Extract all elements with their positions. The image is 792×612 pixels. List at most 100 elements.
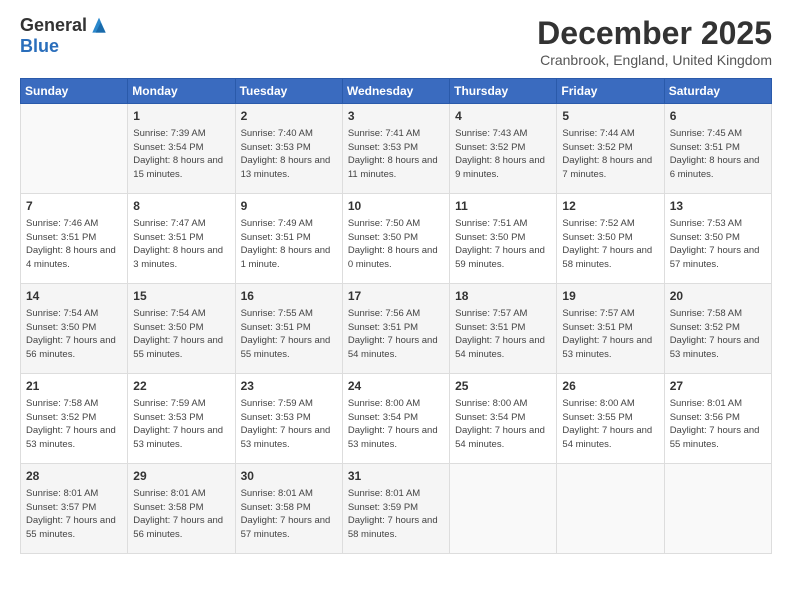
day-info: Sunrise: 7:39 AMSunset: 3:54 PMDaylight:… <box>133 127 229 182</box>
day-number: 1 <box>133 108 229 125</box>
calendar-cell: 3 Sunrise: 7:41 AMSunset: 3:53 PMDaylight… <box>342 104 449 194</box>
day-number: 7 <box>26 198 122 215</box>
day-number: 25 <box>455 378 551 395</box>
day-number: 13 <box>670 198 766 215</box>
col-friday: Friday <box>557 79 664 104</box>
page: General Blue December 2025 Cranbrook, En… <box>0 0 792 612</box>
header: General Blue December 2025 Cranbrook, En… <box>20 15 772 68</box>
calendar-cell: 17 Sunrise: 7:56 AMSunset: 3:51 PMDayligh… <box>342 284 449 374</box>
calendar-cell: 29 Sunrise: 8:01 AMSunset: 3:58 PMDayligh… <box>128 464 235 554</box>
day-info: Sunrise: 8:00 AMSunset: 3:54 PMDaylight:… <box>455 397 551 452</box>
day-info: Sunrise: 8:01 AMSunset: 3:58 PMDaylight:… <box>133 487 229 542</box>
calendar-cell: 30 Sunrise: 8:01 AMSunset: 3:58 PMDayligh… <box>235 464 342 554</box>
calendar-cell: 2 Sunrise: 7:40 AMSunset: 3:53 PMDaylight… <box>235 104 342 194</box>
calendar-table: Sunday Monday Tuesday Wednesday Thursday… <box>20 78 772 554</box>
day-info: Sunrise: 7:40 AMSunset: 3:53 PMDaylight:… <box>241 127 337 182</box>
calendar-cell: 18 Sunrise: 7:57 AMSunset: 3:51 PMDayligh… <box>450 284 557 374</box>
day-info: Sunrise: 8:01 AMSunset: 3:58 PMDaylight:… <box>241 487 337 542</box>
calendar-cell <box>21 104 128 194</box>
day-info: Sunrise: 7:44 AMSunset: 3:52 PMDaylight:… <box>562 127 658 182</box>
calendar-cell: 25 Sunrise: 8:00 AMSunset: 3:54 PMDayligh… <box>450 374 557 464</box>
day-number: 15 <box>133 288 229 305</box>
calendar-cell: 5 Sunrise: 7:44 AMSunset: 3:52 PMDaylight… <box>557 104 664 194</box>
day-info: Sunrise: 7:57 AMSunset: 3:51 PMDaylight:… <box>562 307 658 362</box>
day-info: Sunrise: 7:43 AMSunset: 3:52 PMDaylight:… <box>455 127 551 182</box>
day-number: 14 <box>26 288 122 305</box>
day-number: 18 <box>455 288 551 305</box>
day-number: 19 <box>562 288 658 305</box>
day-number: 2 <box>241 108 337 125</box>
day-number: 16 <box>241 288 337 305</box>
day-number: 21 <box>26 378 122 395</box>
day-info: Sunrise: 7:45 AMSunset: 3:51 PMDaylight:… <box>670 127 766 182</box>
day-number: 10 <box>348 198 444 215</box>
day-number: 26 <box>562 378 658 395</box>
calendar-cell: 22Sunrise: 7:59 AMSunset: 3:53 PMDayligh… <box>128 374 235 464</box>
logo: General Blue <box>20 15 109 57</box>
calendar-cell: 21 Sunrise: 7:58 AMSunset: 3:52 PMDayligh… <box>21 374 128 464</box>
logo-icon <box>89 16 109 36</box>
calendar-cell <box>557 464 664 554</box>
col-sunday: Sunday <box>21 79 128 104</box>
calendar-cell <box>450 464 557 554</box>
calendar-cell <box>664 464 771 554</box>
day-info: Sunrise: 7:56 AMSunset: 3:51 PMDaylight:… <box>348 307 444 362</box>
day-number: 9 <box>241 198 337 215</box>
calendar-cell: 4 Sunrise: 7:43 AMSunset: 3:52 PMDaylight… <box>450 104 557 194</box>
calendar-cell: 8Sunrise: 7:47 AMSunset: 3:51 PMDaylight… <box>128 194 235 284</box>
calendar-cell: 20 Sunrise: 7:58 AMSunset: 3:52 PMDayligh… <box>664 284 771 374</box>
day-number: 5 <box>562 108 658 125</box>
day-number: 20 <box>670 288 766 305</box>
calendar-cell: 24Sunrise: 8:00 AMSunset: 3:54 PMDayligh… <box>342 374 449 464</box>
day-info: Sunrise: 7:50 AMSunset: 3:50 PMDaylight:… <box>348 217 444 272</box>
calendar-cell: 6Sunrise: 7:45 AMSunset: 3:51 PMDaylight… <box>664 104 771 194</box>
day-number: 23 <box>241 378 337 395</box>
calendar-cell: 7Sunrise: 7:46 AMSunset: 3:51 PMDaylight… <box>21 194 128 284</box>
col-monday: Monday <box>128 79 235 104</box>
day-number: 17 <box>348 288 444 305</box>
col-wednesday: Wednesday <box>342 79 449 104</box>
col-saturday: Saturday <box>664 79 771 104</box>
day-info: Sunrise: 7:59 AMSunset: 3:53 PMDaylight:… <box>241 397 337 452</box>
calendar-cell: 12Sunrise: 7:52 AMSunset: 3:50 PMDayligh… <box>557 194 664 284</box>
calendar-cell: 23 Sunrise: 7:59 AMSunset: 3:53 PMDayligh… <box>235 374 342 464</box>
calendar-week-row: 21 Sunrise: 7:58 AMSunset: 3:52 PMDayligh… <box>21 374 772 464</box>
day-number: 31 <box>348 468 444 485</box>
calendar-cell: 27Sunrise: 8:01 AMSunset: 3:56 PMDayligh… <box>664 374 771 464</box>
calendar-cell: 11Sunrise: 7:51 AMSunset: 3:50 PMDayligh… <box>450 194 557 284</box>
day-number: 24 <box>348 378 444 395</box>
calendar-cell: 1 Sunrise: 7:39 AMSunset: 3:54 PMDaylight… <box>128 104 235 194</box>
day-info: Sunrise: 7:54 AMSunset: 3:50 PMDaylight:… <box>26 307 122 362</box>
day-number: 28 <box>26 468 122 485</box>
day-info: Sunrise: 7:57 AMSunset: 3:51 PMDaylight:… <box>455 307 551 362</box>
day-number: 4 <box>455 108 551 125</box>
day-info: Sunrise: 8:01 AMSunset: 3:59 PMDaylight:… <box>348 487 444 542</box>
calendar-week-row: 14 Sunrise: 7:54 AMSunset: 3:50 PMDayligh… <box>21 284 772 374</box>
day-number: 3 <box>348 108 444 125</box>
month-title: December 2025 <box>537 15 772 52</box>
logo-blue-text: Blue <box>20 36 59 57</box>
calendar-cell: 10 Sunrise: 7:50 AMSunset: 3:50 PMDayligh… <box>342 194 449 284</box>
day-info: Sunrise: 7:41 AMSunset: 3:53 PMDaylight:… <box>348 127 444 182</box>
day-number: 30 <box>241 468 337 485</box>
calendar-cell: 31 Sunrise: 8:01 AMSunset: 3:59 PMDayligh… <box>342 464 449 554</box>
day-info: Sunrise: 7:58 AMSunset: 3:52 PMDaylight:… <box>26 397 122 452</box>
day-info: Sunrise: 8:01 AMSunset: 3:57 PMDaylight:… <box>26 487 122 542</box>
day-info: Sunrise: 7:55 AMSunset: 3:51 PMDaylight:… <box>241 307 337 362</box>
day-number: 27 <box>670 378 766 395</box>
calendar-cell: 26Sunrise: 8:00 AMSunset: 3:55 PMDayligh… <box>557 374 664 464</box>
title-section: December 2025 Cranbrook, England, United… <box>537 15 772 68</box>
day-number: 22 <box>133 378 229 395</box>
day-info: Sunrise: 7:49 AMSunset: 3:51 PMDaylight:… <box>241 217 337 272</box>
location: Cranbrook, England, United Kingdom <box>537 52 772 68</box>
day-info: Sunrise: 7:54 AMSunset: 3:50 PMDaylight:… <box>133 307 229 362</box>
calendar-week-row: 1 Sunrise: 7:39 AMSunset: 3:54 PMDaylight… <box>21 104 772 194</box>
calendar-cell: 19 Sunrise: 7:57 AMSunset: 3:51 PMDayligh… <box>557 284 664 374</box>
calendar-week-row: 7Sunrise: 7:46 AMSunset: 3:51 PMDaylight… <box>21 194 772 284</box>
calendar-cell: 14 Sunrise: 7:54 AMSunset: 3:50 PMDayligh… <box>21 284 128 374</box>
calendar-cell: 16 Sunrise: 7:55 AMSunset: 3:51 PMDayligh… <box>235 284 342 374</box>
calendar-cell: 13Sunrise: 7:53 AMSunset: 3:50 PMDayligh… <box>664 194 771 284</box>
calendar-cell: 15 Sunrise: 7:54 AMSunset: 3:50 PMDayligh… <box>128 284 235 374</box>
day-number: 29 <box>133 468 229 485</box>
day-info: Sunrise: 7:58 AMSunset: 3:52 PMDaylight:… <box>670 307 766 362</box>
